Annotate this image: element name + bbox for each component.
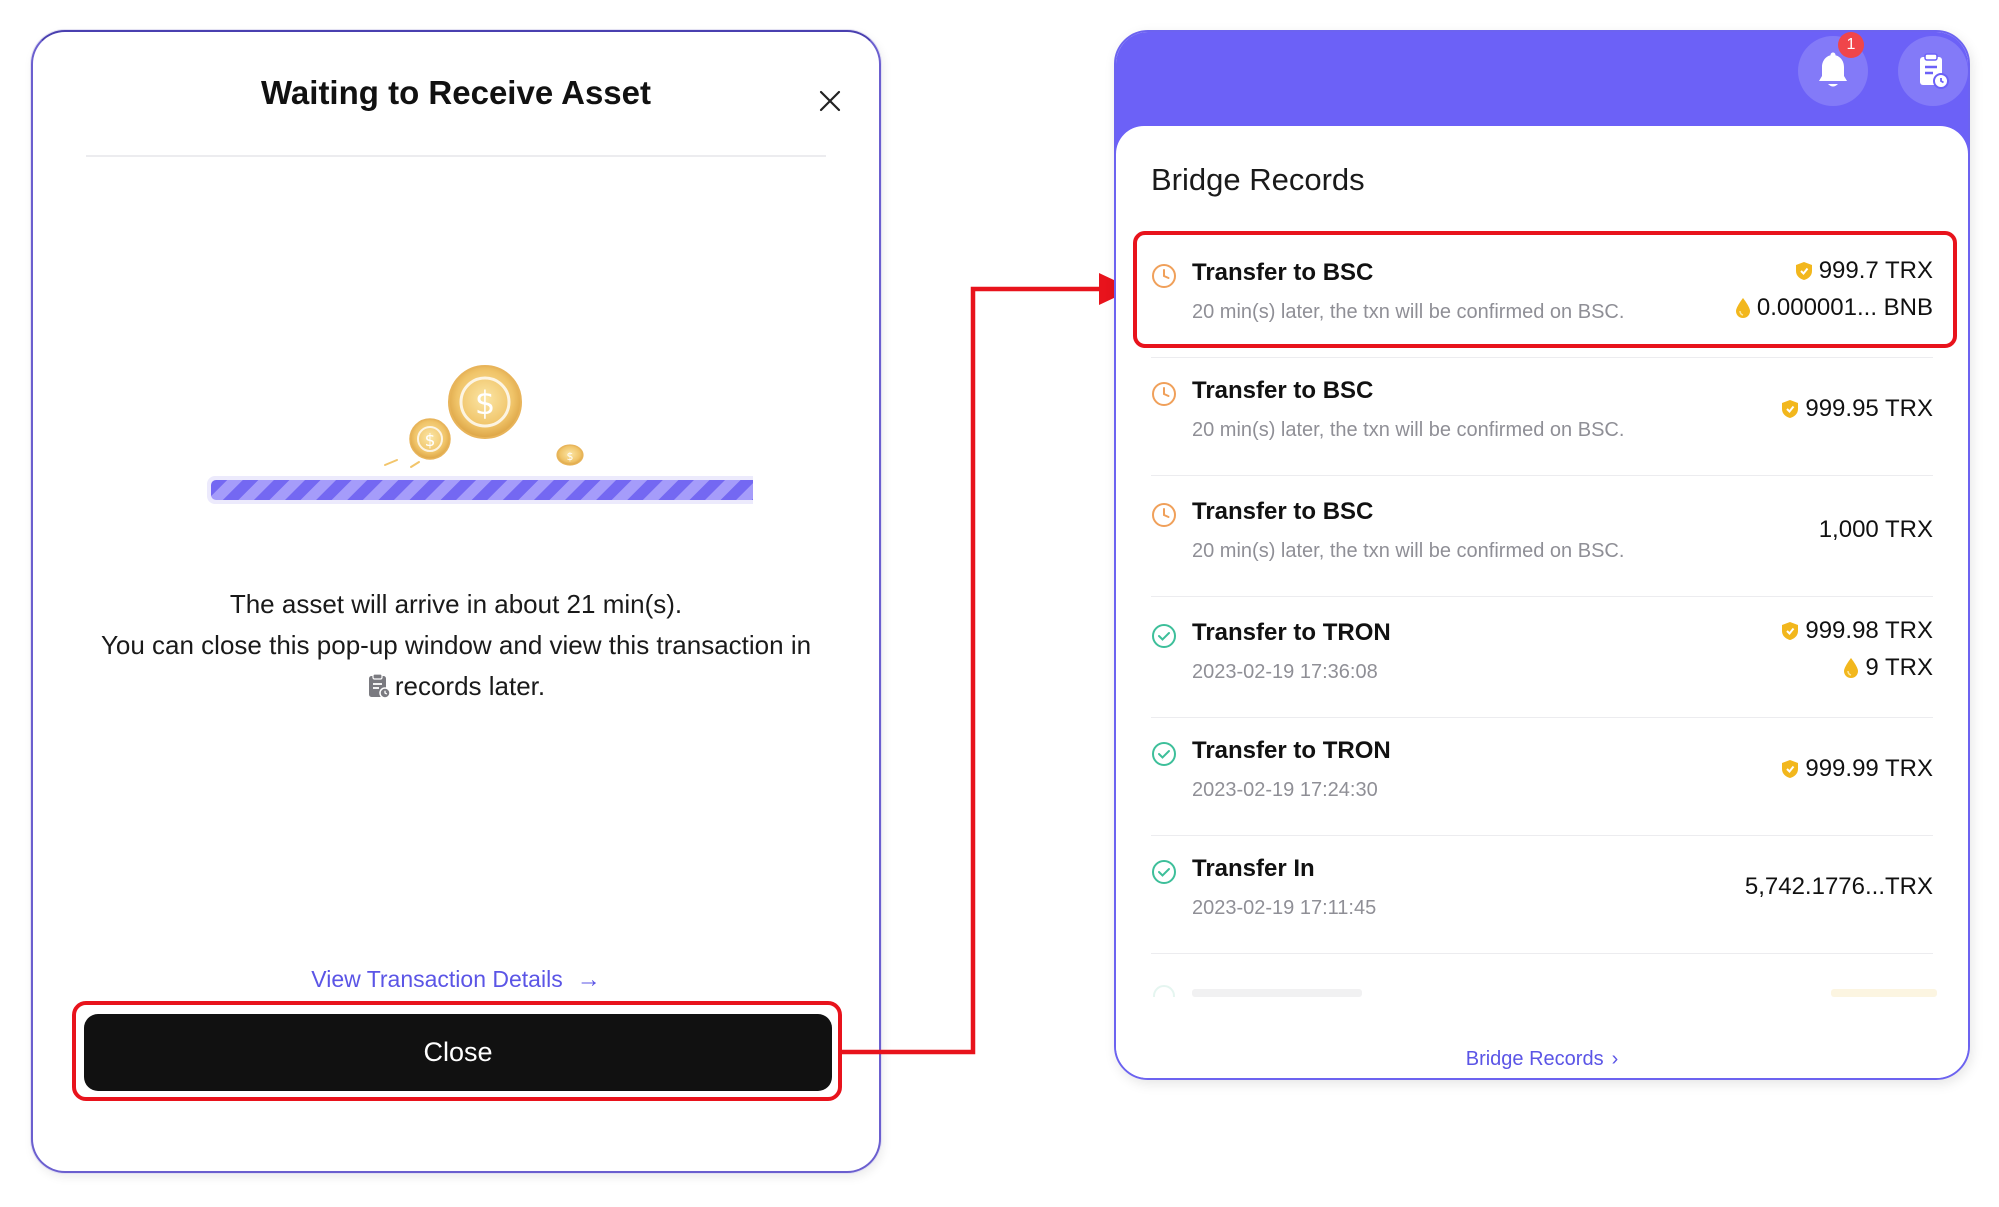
record-fee: 9 TRX bbox=[1843, 654, 1933, 682]
drop-icon bbox=[1844, 658, 1859, 678]
record-item[interactable]: Transfer to BSC 20 min(s) later, the txn… bbox=[1151, 357, 1933, 476]
svg-text:$: $ bbox=[567, 450, 574, 463]
record-highlight bbox=[1133, 231, 1957, 348]
arrival-message: The asset will arrive in about 21 min(s)… bbox=[73, 584, 839, 707]
coins-progress-illustration: $ $ $ bbox=[207, 365, 753, 504]
record-subtitle: 20 min(s) later, the txn will be confirm… bbox=[1192, 540, 1625, 562]
check-circle-icon bbox=[1152, 742, 1176, 766]
modal-divider bbox=[86, 155, 826, 157]
clock-icon bbox=[1152, 382, 1176, 406]
bridge-records-link-label: Bridge Records bbox=[1465, 1048, 1604, 1070]
close-button-highlight bbox=[72, 1001, 842, 1101]
close-icon[interactable] bbox=[811, 82, 849, 120]
check-circle-icon bbox=[1152, 624, 1176, 648]
record-fee-value: 9 TRX bbox=[1865, 654, 1933, 681]
message-line-2: You can close this pop-up window and vie… bbox=[100, 630, 812, 660]
record-amount: 999.99 TRX bbox=[1781, 755, 1933, 783]
modal-title: Waiting to Receive Asset bbox=[261, 74, 651, 111]
panel-title: Bridge Records bbox=[1151, 162, 1365, 197]
record-amount: 1,000 TRX bbox=[1819, 516, 1933, 544]
record-subtitle: 20 min(s) later, the txn will be confirm… bbox=[1192, 419, 1625, 441]
faded-record-row bbox=[1153, 985, 1937, 997]
record-amount: 5,742.1776...TRX bbox=[1745, 873, 1933, 901]
bell-icon bbox=[1819, 52, 1847, 87]
record-item[interactable]: Transfer to TRON 2023-02-19 17:24:30 999… bbox=[1151, 717, 1933, 836]
record-amount-value: 999.99 TRX bbox=[1805, 755, 1933, 782]
check-circle-icon bbox=[1152, 860, 1176, 884]
record-title: Transfer to BSC bbox=[1192, 377, 1374, 404]
record-title: Transfer In bbox=[1192, 855, 1315, 882]
record-amount: 999.98 TRX bbox=[1781, 617, 1933, 645]
shield-icon bbox=[1782, 400, 1799, 418]
view-transaction-details-link[interactable]: View Transaction Details → bbox=[33, 966, 879, 994]
bridge-records-link[interactable]: Bridge Records › bbox=[1116, 1048, 1968, 1071]
notification-badge: 1 bbox=[1838, 32, 1864, 58]
message-line-3: records later. bbox=[394, 671, 546, 701]
record-amount-value: 1,000 TRX bbox=[1818, 516, 1933, 543]
record-subtitle: 2023-02-19 17:36:08 bbox=[1192, 661, 1378, 683]
record-amount-value: 999.95 TRX bbox=[1805, 395, 1933, 422]
svg-text:$: $ bbox=[475, 384, 495, 422]
records-icon bbox=[368, 673, 391, 699]
shield-icon bbox=[1782, 622, 1799, 640]
record-title: Transfer to BSC bbox=[1192, 498, 1374, 525]
record-item[interactable]: Transfer to TRON 2023-02-19 17:36:08 999… bbox=[1151, 599, 1933, 718]
record-item[interactable]: Transfer In 2023-02-19 17:11:45 5,742.17… bbox=[1151, 835, 1933, 954]
arrow-right-icon: → bbox=[576, 966, 601, 993]
record-amount-value: 5,742.1776...TRX bbox=[1744, 873, 1933, 900]
shield-icon bbox=[1782, 760, 1799, 778]
chevron-right-icon: › bbox=[1611, 1048, 1619, 1070]
clock-icon bbox=[1152, 503, 1176, 527]
record-item[interactable]: Transfer to BSC 20 min(s) later, the txn… bbox=[1151, 478, 1933, 597]
records-button[interactable] bbox=[1898, 36, 1968, 106]
record-title: Transfer to TRON bbox=[1192, 619, 1391, 646]
view-details-label: View Transaction Details bbox=[311, 966, 563, 992]
record-subtitle: 2023-02-19 17:11:45 bbox=[1192, 897, 1377, 919]
records-icon bbox=[1920, 53, 1949, 89]
message-line-1: The asset will arrive in about 21 min(s)… bbox=[229, 589, 683, 619]
bridge-records-panel: 1 Bridge Records Transfer to BSC 20 min(… bbox=[1114, 30, 1970, 1080]
record-amount-value: 999.98 TRX bbox=[1805, 617, 1933, 644]
record-amount: 999.95 TRX bbox=[1781, 395, 1933, 423]
record-subtitle: 2023-02-19 17:24:30 bbox=[1192, 779, 1378, 801]
record-title: Transfer to TRON bbox=[1192, 737, 1391, 764]
svg-text:$: $ bbox=[425, 431, 436, 451]
